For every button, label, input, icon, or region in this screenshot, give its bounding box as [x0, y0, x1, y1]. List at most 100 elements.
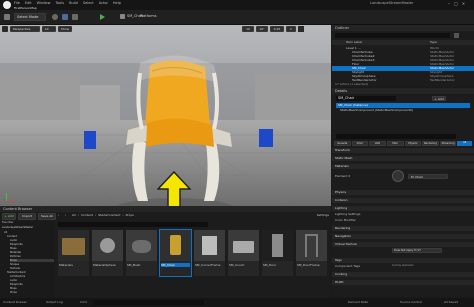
section-virtual-texture[interactable]: Virtual Texture	[332, 242, 474, 247]
menu-help[interactable]: Help	[113, 1, 121, 6]
filter-tab-misc[interactable]: Misc	[386, 141, 404, 146]
cb-save-all-button[interactable]: Save All	[38, 213, 56, 220]
close-icon[interactable]: ×	[462, 1, 465, 7]
tree-item[interactable]: Content	[7, 235, 17, 238]
section-lighting[interactable]: Lighting	[332, 206, 474, 211]
outliner-search-input[interactable]	[335, 33, 450, 38]
section-navigation[interactable]: Navigation	[332, 234, 474, 239]
tree-item[interactable]: Blueprints	[10, 283, 23, 286]
asset-tile[interactable]: Materials	[58, 230, 89, 276]
tab2-icon[interactable]	[120, 14, 125, 19]
virtual-texture-dropdown[interactable]: Does Not Apply To VT	[392, 248, 442, 253]
lit-button[interactable]: Lit	[42, 26, 56, 32]
cb-search-input[interactable]	[58, 222, 208, 227]
perspective-button[interactable]: Perspective	[10, 26, 40, 32]
filter-tab-general[interactable]: General	[334, 141, 351, 146]
tree-item[interactable]: Blueprints	[10, 243, 23, 246]
filter-tab-all[interactable]: All	[457, 141, 472, 146]
filter-tab-streaming[interactable]: Streaming	[439, 141, 457, 146]
cb-add-button[interactable]: + Add	[2, 213, 16, 220]
filter-tab-actor[interactable]: Actor	[351, 141, 369, 146]
outliner-settings-icon[interactable]	[454, 33, 459, 38]
blueprint-icon[interactable]	[62, 14, 68, 20]
viewport-menu-icon[interactable]	[2, 26, 8, 32]
unreal-logo[interactable]	[3, 1, 11, 9]
cb-import-button[interactable]: Import	[18, 213, 36, 220]
camera-speed-value[interactable]: 1	[286, 26, 296, 32]
cinematics-icon[interactable]	[72, 14, 78, 20]
level-viewport[interactable]: Perspective Lit Show 10 10° 0.25 1	[0, 25, 331, 206]
tree-item[interactable]: Shapes	[10, 263, 19, 266]
section-hlod[interactable]: HLOD	[332, 280, 474, 285]
menu-actor[interactable]: Actor	[99, 1, 108, 6]
maximize-icon[interactable]: □	[454, 1, 458, 7]
tree-root[interactable]: LandscapeStreamMaster	[2, 226, 54, 229]
section-static-mesh[interactable]: Static Mesh	[332, 156, 474, 161]
cb-path-1[interactable]: Content	[81, 213, 93, 220]
maximize-viewport-icon[interactable]	[298, 26, 304, 32]
tree-item[interactable]: StarterContent	[7, 271, 26, 274]
tree-item[interactable]: All	[4, 231, 7, 234]
cb-path-0[interactable]: All	[72, 213, 76, 220]
tree-item[interactable]: Textures	[10, 267, 20, 270]
section-cooking[interactable]: Cooking	[332, 272, 474, 277]
tree-item[interactable]: Particles	[10, 255, 21, 258]
asset-tile[interactable]: MaterialSphere	[92, 230, 123, 276]
tree-item-selected[interactable]: Props	[10, 259, 54, 262]
show-button[interactable]: Show	[58, 26, 72, 32]
content-drawer-button[interactable]: Content Drawer	[3, 300, 43, 304]
content-browser-tab[interactable]: Content Browser	[0, 206, 331, 212]
section-tags[interactable]: Tags	[332, 258, 474, 263]
menu-select[interactable]: Select	[83, 1, 94, 6]
cb-back-icon[interactable]: ‹	[58, 213, 63, 220]
add-content-icon[interactable]	[52, 14, 58, 20]
filter-tab-physics[interactable]: Physics	[404, 141, 422, 146]
select-mode-button[interactable]: Select Mode	[14, 13, 46, 21]
grid-snap-value[interactable]: 10	[242, 26, 254, 32]
asset-tile[interactable]: SM_Couch	[228, 230, 259, 276]
tree-item[interactable]: Props	[10, 291, 17, 294]
asset-tile[interactable]: SM_Door	[262, 230, 293, 276]
asset-tile[interactable]: SM_Bush	[126, 230, 157, 276]
section-collision[interactable]: Collision	[332, 198, 474, 203]
tree-item[interactable]: Audio	[10, 279, 17, 282]
filter-tab-rendering[interactable]: Rendering	[422, 141, 439, 146]
material-dropdown[interactable]: M_Chair	[408, 174, 448, 179]
section-transform[interactable]: Transform	[332, 148, 474, 153]
save-icon[interactable]	[4, 14, 10, 20]
cb-settings-button[interactable]: Settings	[317, 213, 329, 220]
output-log-button[interactable]: Output Log	[46, 300, 76, 304]
menu-build[interactable]: Build	[69, 1, 78, 6]
details-actor-name[interactable]: SM_Chair	[336, 96, 396, 101]
platforms-button[interactable]: Platforms	[140, 14, 170, 18]
source-control-button[interactable]: Source Control	[400, 300, 440, 304]
cmd-dropdown[interactable]: Cmd	[80, 300, 92, 304]
tree-item[interactable]: Maps	[10, 247, 17, 250]
cb-path-3[interactable]: Props	[126, 213, 134, 220]
play-icon[interactable]	[100, 14, 105, 20]
derived-data-button[interactable]: Derived Data	[348, 300, 388, 304]
details-add-button[interactable]: + Add	[432, 96, 446, 101]
asset-tile[interactable]: SM_CornerFrame	[194, 230, 225, 276]
console-input[interactable]	[94, 300, 204, 305]
tree-item[interactable]: Maps	[10, 287, 17, 290]
tree-favorites[interactable]: Favorites	[2, 221, 52, 224]
section-rendering[interactable]: Rendering	[332, 226, 474, 231]
cb-forward-icon[interactable]: ›	[65, 213, 70, 220]
details-search-input[interactable]	[336, 134, 456, 139]
section-materials[interactable]: Materials	[332, 164, 474, 169]
asset-tile[interactable]: SM_DoorFrame	[296, 230, 327, 276]
angle-snap-value[interactable]: 10°	[256, 26, 268, 32]
asset-tile-selected[interactable]: SM_Chair	[159, 229, 192, 277]
filter-tab-lod[interactable]: LOD	[369, 141, 386, 146]
material-thumbnail[interactable]	[392, 170, 404, 182]
scale-snap-value[interactable]: 0.25	[270, 26, 284, 32]
cb-path-2[interactable]: StarterContent	[98, 213, 120, 220]
component-item[interactable]: StaticMeshComponent (StaticMeshComponent…	[340, 108, 470, 113]
col-item-label[interactable]: Item Label	[346, 40, 362, 45]
minimize-icon[interactable]: –	[448, 1, 450, 7]
details-tab[interactable]: Details	[332, 88, 474, 94]
outliner-tab[interactable]: Outliner	[332, 25, 474, 31]
tree-item[interactable]: Architecture	[10, 275, 25, 278]
col-type[interactable]: Type	[430, 40, 437, 45]
